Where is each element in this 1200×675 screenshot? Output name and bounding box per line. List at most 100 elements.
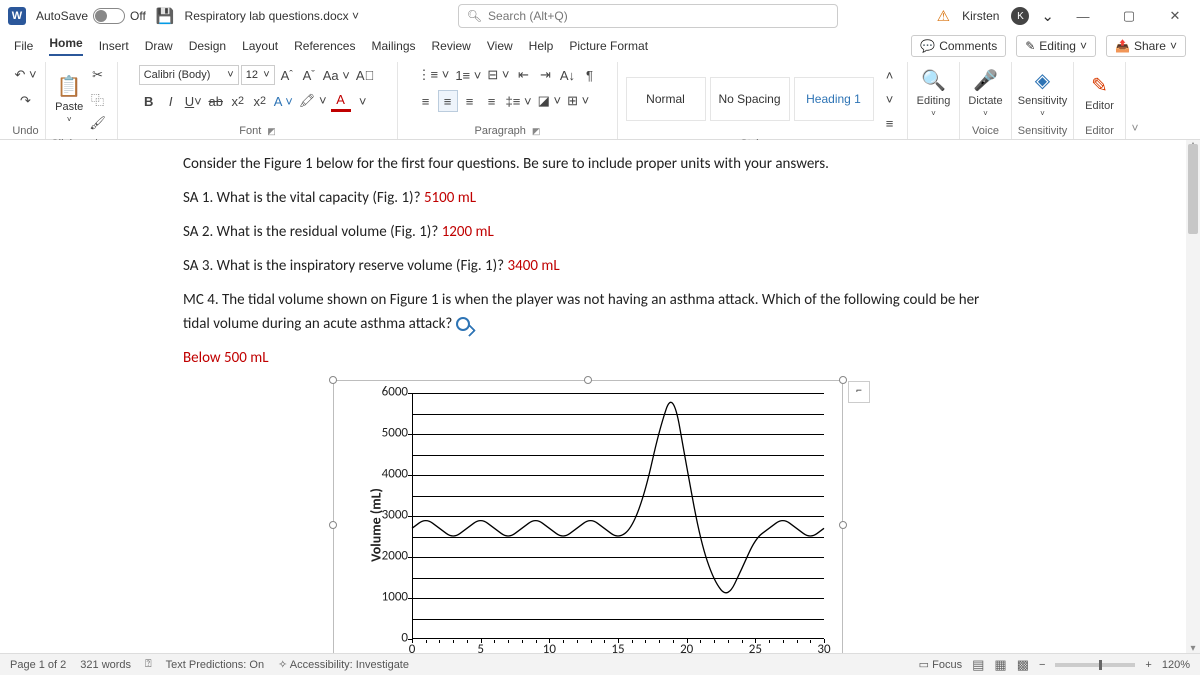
ytick-label: 2000 — [370, 547, 408, 568]
tab-view[interactable]: View — [487, 39, 513, 53]
format-painter-icon[interactable]: 🖌 — [87, 112, 108, 134]
page-indicator[interactable]: Page 1 of 2 — [10, 659, 66, 671]
tab-references[interactable]: References — [294, 39, 355, 53]
font-launcher-icon[interactable]: ◩ — [267, 126, 276, 137]
show-marks-icon[interactable]: ¶ — [579, 64, 599, 86]
maximize-button[interactable]: ▢ — [1112, 8, 1146, 24]
align-right-icon[interactable]: ≡ — [460, 90, 480, 112]
borders-icon[interactable]: ⊞ ˅ — [565, 90, 591, 112]
tab-design[interactable]: Design — [189, 39, 226, 53]
undo-icon[interactable]: ↶ ˅ — [12, 64, 38, 86]
editor-button[interactable]: ✎Editor — [1075, 73, 1125, 112]
paste-button[interactable]: 📋 Paste ˅ — [55, 74, 83, 124]
style-heading-1[interactable]: Heading 1 — [794, 77, 874, 121]
align-center-icon[interactable]: ≡ — [438, 90, 458, 112]
layout-options-icon[interactable]: ⌐ — [848, 381, 870, 403]
resize-handle[interactable] — [584, 376, 592, 384]
spellcheck-icon[interactable]: ⍰ — [145, 658, 152, 671]
print-layout-icon[interactable]: ▦ — [994, 657, 1006, 673]
font-color-icon[interactable]: A — [331, 90, 351, 112]
sort-icon[interactable]: A↓ — [557, 64, 577, 86]
clear-format-icon[interactable]: A⃠ — [354, 64, 376, 86]
font-size-select[interactable]: 12˅ — [241, 65, 275, 85]
shrink-font-icon[interactable]: Aˇ — [299, 64, 319, 86]
font-color-drop-icon[interactable]: ˅ — [353, 90, 373, 112]
superscript-icon[interactable]: x2 — [250, 90, 270, 112]
tab-review[interactable]: Review — [432, 39, 471, 53]
resize-handle[interactable] — [839, 376, 847, 384]
save-icon[interactable]: 💾 — [156, 7, 175, 25]
zoom-slider[interactable] — [1055, 663, 1135, 667]
zoom-out-icon[interactable]: − — [1039, 659, 1045, 671]
font-name-select[interactable]: Calibri (Body)˅ — [139, 65, 239, 85]
figure-1-chart[interactable]: ⌐ Volume (mL) 01000200030004000500060000… — [333, 380, 843, 653]
bullets-icon[interactable]: ⋮≡ ˅ — [416, 64, 452, 86]
comments-button[interactable]: 💬 Comments — [911, 35, 1006, 57]
change-case-icon[interactable]: Aa ˅ — [321, 64, 352, 86]
search-input[interactable]: 🔍︎ Search (Alt+Q) — [458, 4, 838, 28]
multilevel-icon[interactable]: ⊟ ˅ — [485, 64, 511, 86]
zoom-in-icon[interactable]: + — [1145, 659, 1151, 671]
align-left-icon[interactable]: ≡ — [416, 90, 436, 112]
style-more-icon[interactable]: ≡ — [880, 112, 900, 134]
highlight-icon[interactable]: 🖍 ˅ — [297, 90, 329, 112]
justify-icon[interactable]: ≡ — [482, 90, 502, 112]
close-button[interactable]: ✕ — [1158, 8, 1192, 24]
minimize-button[interactable]: — — [1066, 9, 1100, 24]
resize-handle[interactable] — [329, 521, 337, 529]
paragraph-launcher-icon[interactable]: ◩ — [532, 126, 541, 137]
accessibility-status[interactable]: ✧ Accessibility: Investigate — [278, 658, 409, 671]
underline-icon[interactable]: U ˅ — [183, 90, 204, 112]
document-name[interactable]: Respiratory lab questions.docx ˅ — [185, 9, 359, 23]
read-mode-icon[interactable]: ▤ — [972, 657, 984, 673]
resize-handle[interactable] — [329, 376, 337, 384]
web-layout-icon[interactable]: ▩ — [1017, 657, 1029, 673]
answer-2: 1200 mL — [442, 223, 494, 241]
bold-icon[interactable]: B — [139, 90, 159, 112]
shading-icon[interactable]: ◪ ˅ — [536, 90, 564, 112]
redo-icon[interactable]: ↷ — [15, 90, 35, 112]
copy-icon[interactable]: ⿻ — [88, 88, 108, 110]
style-down-icon[interactable]: ˅ — [880, 88, 900, 110]
tab-picture-format[interactable]: Picture Format — [569, 39, 648, 53]
focus-mode[interactable]: ▭ Focus — [919, 658, 962, 671]
tab-help[interactable]: Help — [529, 39, 554, 53]
style-normal[interactable]: Normal — [626, 77, 706, 121]
vertical-scrollbar[interactable]: ▴ ▾ — [1186, 140, 1200, 653]
warning-icon[interactable]: ⚠ — [937, 7, 950, 25]
word-count[interactable]: 321 words — [80, 659, 131, 671]
user-name: Kirsten — [962, 9, 999, 23]
style-no-spacing[interactable]: No Spacing — [710, 77, 790, 121]
style-up-icon[interactable]: ˄ — [880, 64, 900, 86]
italic-icon[interactable]: I — [161, 90, 181, 112]
strike-icon[interactable]: ab — [206, 90, 226, 112]
tab-file[interactable]: File — [14, 39, 33, 53]
tab-mailings[interactable]: Mailings — [371, 39, 415, 53]
numbering-icon[interactable]: 1≡ ˅ — [453, 64, 483, 86]
dictate-button[interactable]: 🎤Dictate˅ — [961, 68, 1011, 118]
scroll-thumb[interactable] — [1188, 144, 1198, 234]
subscript-icon[interactable]: x2 — [228, 90, 248, 112]
ribbon-mode-icon[interactable]: ⌄ — [1041, 7, 1054, 25]
tab-home[interactable]: Home — [49, 36, 82, 56]
cut-icon[interactable]: ✂ — [88, 64, 108, 86]
text-effects-icon[interactable]: A ˅ — [272, 90, 295, 112]
line-spacing-icon[interactable]: ‡≡ ˅ — [504, 90, 534, 112]
text-predictions[interactable]: Text Predictions: On — [166, 659, 264, 671]
dec-indent-icon[interactable]: ⇤ — [513, 64, 533, 86]
grow-font-icon[interactable]: Aˆ — [277, 64, 297, 86]
user-avatar[interactable]: K — [1011, 7, 1029, 25]
share-button[interactable]: 📤 Share ˅ — [1106, 35, 1186, 57]
editing-mode-button[interactable]: ✎ Editing ˅ — [1016, 35, 1096, 57]
tab-layout[interactable]: Layout — [242, 39, 278, 53]
zoom-level[interactable]: 120% — [1162, 659, 1190, 671]
ytick-label: 5000 — [370, 424, 408, 445]
ribbon-collapse-icon[interactable]: ˅ — [1131, 121, 1138, 135]
editing-button[interactable]: 🔍Editing˅ — [909, 68, 959, 118]
tab-insert[interactable]: Insert — [99, 39, 129, 53]
autosave-toggle[interactable] — [93, 8, 125, 24]
sensitivity-button[interactable]: ◈Sensitivity˅ — [1018, 68, 1068, 118]
tab-draw[interactable]: Draw — [145, 39, 173, 53]
resize-handle[interactable] — [839, 521, 847, 529]
inc-indent-icon[interactable]: ⇥ — [535, 64, 555, 86]
